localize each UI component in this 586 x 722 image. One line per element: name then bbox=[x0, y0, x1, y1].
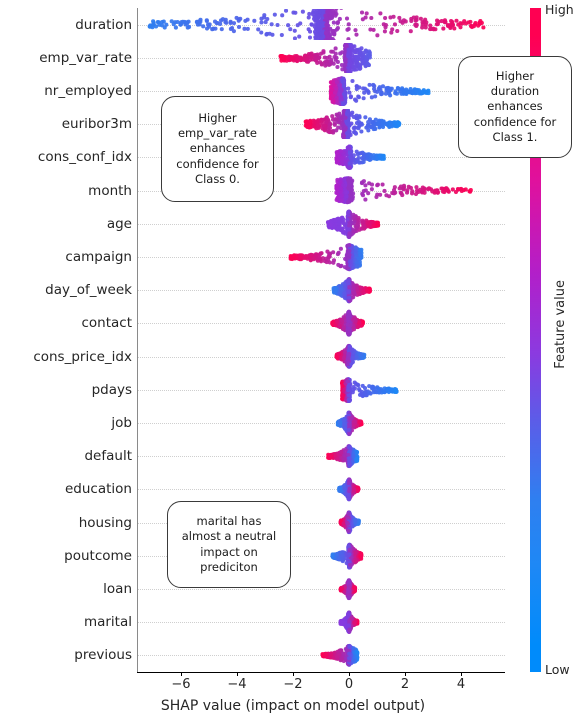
x-tick-label-0: −6 bbox=[171, 677, 191, 692]
y-axis-label-default: default bbox=[84, 448, 132, 465]
annotation-line: enhances bbox=[487, 99, 543, 114]
shap-beeswarm-figure: duration emp_var_rate nr_employed euribor3m… bbox=[0, 0, 586, 722]
colorbar-title: Feature value bbox=[553, 280, 568, 369]
y-axis-labels: duration emp_var_rate nr_employed euribor3m… bbox=[0, 0, 132, 722]
x-axis-title: SHAP value (impact on model output) bbox=[160, 698, 426, 714]
zero-reference-line bbox=[137, 8, 139, 672]
x-tick-1 bbox=[237, 672, 238, 676]
x-tick-label-5: 4 bbox=[456, 677, 466, 692]
x-tick-2 bbox=[293, 672, 294, 676]
beeswarm-row-campaign bbox=[137, 242, 505, 273]
beeswarm-row-default bbox=[137, 441, 505, 472]
annotation-line: enhances bbox=[189, 141, 246, 156]
annotation-line: impact on bbox=[200, 544, 258, 559]
annotation-line: prediciton bbox=[200, 559, 258, 574]
annotation-line: Higher bbox=[198, 111, 237, 126]
beeswarm-row-emp-var-rate bbox=[137, 42, 505, 74]
y-axis-label-previous: previous bbox=[74, 647, 132, 664]
annotation-line: Higher bbox=[495, 69, 535, 84]
x-tick-label-1: −4 bbox=[227, 677, 247, 692]
x-tick-4 bbox=[405, 672, 406, 676]
beeswarm-row-previous bbox=[137, 640, 505, 671]
y-axis-label-pdays: pdays bbox=[91, 381, 132, 398]
y-axis-label-nr-employed: nr_employed bbox=[44, 83, 132, 99]
annotation-line: almost a neutral bbox=[181, 529, 277, 544]
y-axis-label-housing: housing bbox=[78, 514, 132, 531]
beeswarm-row-contact bbox=[137, 308, 505, 339]
y-axis-label-marital: marital bbox=[83, 614, 132, 631]
emp-var-rate-callout: Higher emp_var_rate enhances confidence for… bbox=[161, 96, 274, 202]
annotation-line: Class 0. bbox=[195, 171, 240, 186]
y-axis-label-day-of-week: day_of_week bbox=[45, 282, 132, 299]
beeswarm-row-pdays bbox=[137, 375, 505, 406]
annotation-line: confidence for bbox=[176, 156, 259, 171]
y-axis-label-cons-conf-idx: cons_conf_idx bbox=[37, 149, 132, 166]
y-axis-label-job: job bbox=[111, 415, 132, 431]
beeswarm-row-cons-price-idx bbox=[137, 341, 505, 372]
beeswarm-row-duration bbox=[137, 9, 505, 40]
duration-callout: Higher duration enhances confidence for Clas… bbox=[458, 56, 572, 158]
beeswarm-row-job bbox=[137, 408, 505, 439]
beeswarm-row-marital bbox=[137, 607, 505, 638]
beeswarm-row-age bbox=[137, 209, 505, 240]
x-tick-label-2: −2 bbox=[283, 677, 303, 692]
annotation-line: duration bbox=[490, 84, 540, 99]
y-axis-label-campaign: campaign bbox=[65, 249, 132, 265]
annotation-line: emp_var_rate bbox=[177, 126, 257, 141]
y-axis-label-contact: contact bbox=[81, 315, 132, 332]
x-axis-line bbox=[137, 672, 505, 673]
x-tick-label-3: 0 bbox=[344, 677, 354, 692]
y-axis-label-loan: loan bbox=[103, 581, 132, 597]
y-axis-label-euribor3m: euribor3m bbox=[61, 116, 132, 133]
y-axis-label-poutcome: poutcome bbox=[64, 547, 132, 564]
beeswarm-row-day-of-week bbox=[137, 275, 505, 306]
y-axis-label-age: age bbox=[106, 215, 132, 232]
marital-callout: marital has almost a neutral impact on pred… bbox=[167, 501, 291, 588]
colorbar-low-label: Low bbox=[545, 662, 570, 677]
x-tick-label-4: 2 bbox=[400, 677, 410, 692]
x-tick-3 bbox=[349, 672, 350, 676]
colorbar-high-label: High bbox=[545, 2, 574, 17]
annotation-line: Class 1. bbox=[492, 129, 538, 144]
y-axis-label-emp-var-rate: emp_var_rate bbox=[39, 49, 132, 66]
y-axis-label-cons-price-idx: cons_price_idx bbox=[33, 348, 132, 365]
annotation-line: confidence for bbox=[473, 114, 557, 129]
y-axis-label-month: month bbox=[88, 182, 132, 199]
y-axis-label-duration: duration bbox=[75, 16, 132, 33]
x-tick-5 bbox=[461, 672, 462, 676]
x-tick-0 bbox=[181, 672, 182, 676]
annotation-line: marital has bbox=[196, 514, 262, 529]
y-axis-label-education: education bbox=[65, 481, 132, 498]
